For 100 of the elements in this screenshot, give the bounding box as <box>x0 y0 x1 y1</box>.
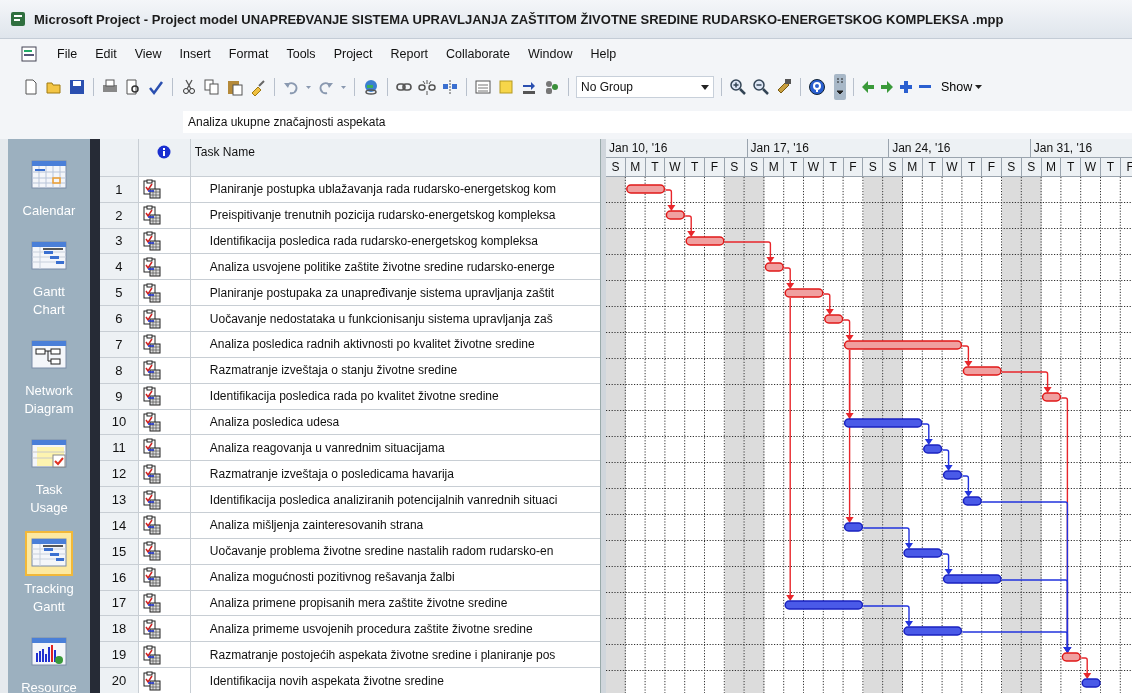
task-bar[interactable] <box>784 288 824 298</box>
left-arrow-icon[interactable] <box>861 80 875 94</box>
row-number[interactable]: 17 <box>100 590 139 617</box>
task-bar[interactable] <box>942 574 1002 584</box>
task-bar[interactable] <box>923 444 943 454</box>
task-bar[interactable] <box>962 366 1002 376</box>
row-number[interactable]: 7 <box>100 331 139 358</box>
help-icon[interactable] <box>808 78 826 96</box>
toolbar-overflow-icon[interactable] <box>834 74 846 100</box>
broken-chain-icon[interactable] <box>418 78 436 96</box>
task-bar[interactable] <box>1081 678 1101 688</box>
network-diagram-icon <box>31 339 67 369</box>
row-number[interactable]: 2 <box>100 202 139 229</box>
task-name: Analiza posledica udesa <box>209 414 340 429</box>
row-number[interactable]: 16 <box>100 564 139 591</box>
day-label: T <box>962 158 983 177</box>
completed-task-icon <box>142 179 161 200</box>
task-name: Analiza mišljenja zainteresovanih strana <box>209 518 424 533</box>
day-label: W <box>803 158 824 177</box>
task-bar[interactable] <box>843 522 864 532</box>
task-bar[interactable] <box>665 210 685 220</box>
task-usage-icon <box>31 438 67 468</box>
menu-item[interactable]: Tools <box>277 47 325 61</box>
task-bar[interactable] <box>626 184 666 194</box>
menu-item[interactable]: Edit <box>86 47 126 61</box>
menu-item[interactable]: Collaborate <box>437 47 519 61</box>
scissors-icon[interactable] <box>180 78 198 96</box>
task-bar[interactable] <box>962 496 982 506</box>
gantt-chart-icon <box>31 240 67 270</box>
task-bar[interactable] <box>1041 392 1062 402</box>
row-number[interactable]: 15 <box>100 538 139 565</box>
completed-task-icon <box>142 256 161 277</box>
row-number[interactable]: 6 <box>100 306 139 332</box>
dependency-arrow <box>1080 657 1092 679</box>
row-number[interactable]: 1 <box>100 176 139 203</box>
task-bar[interactable] <box>784 600 864 610</box>
completed-task-icon <box>142 644 161 665</box>
select-all-cell[interactable] <box>100 139 139 177</box>
row-number[interactable]: 3 <box>100 228 139 255</box>
task-name: Analiza primene propisanih mera zaštite životne sredine <box>209 595 508 610</box>
menu-item[interactable]: Help <box>581 47 626 61</box>
group-dropdown[interactable]: No Group <box>576 76 714 98</box>
day-label: M <box>764 158 785 177</box>
menu-item[interactable]: Project <box>324 47 382 61</box>
row-number[interactable]: 14 <box>100 512 139 539</box>
row-number[interactable]: 10 <box>100 409 139 436</box>
menu-item[interactable]: View <box>125 47 171 61</box>
row-number[interactable]: 13 <box>100 487 139 513</box>
info-icon[interactable] <box>157 145 172 159</box>
right-arrow-icon[interactable] <box>880 80 894 94</box>
task-name: Identifikacija posledica analiziranih potencijalnih vanrednih situaci <box>209 492 558 507</box>
task-bar[interactable] <box>824 314 844 324</box>
row-number[interactable]: 4 <box>100 254 139 281</box>
completed-task-icon <box>142 489 161 510</box>
menu-item[interactable]: File <box>48 47 87 61</box>
row-number[interactable]: 11 <box>100 435 139 462</box>
row-number[interactable]: 20 <box>100 668 139 693</box>
zoom-in-icon[interactable] <box>729 78 747 96</box>
day-label: M <box>1041 158 1062 177</box>
menu-item[interactable]: Window <box>519 47 582 61</box>
row-number[interactable]: 18 <box>100 616 139 643</box>
task-bar[interactable] <box>942 470 963 480</box>
paintbrush-icon[interactable] <box>249 78 267 96</box>
document-icon[interactable] <box>20 45 40 63</box>
split-task-icon[interactable] <box>441 78 459 96</box>
dependency-arrow <box>862 605 913 627</box>
paste-clipboard-icon[interactable] <box>226 78 244 96</box>
completed-task-icon <box>142 618 161 639</box>
task-bar[interactable] <box>764 262 784 272</box>
people-icon[interactable] <box>543 78 561 96</box>
task-name: Identifikacija posledica rada rudarsko-energetskog kompleksa <box>209 233 538 248</box>
row-number[interactable]: 19 <box>100 642 139 669</box>
column-header[interactable]: Task Name <box>194 145 255 159</box>
globe-link-icon[interactable] <box>362 78 380 96</box>
task-bar[interactable] <box>685 236 725 246</box>
dependency-arrow <box>724 241 775 263</box>
menu-item[interactable]: Insert <box>170 47 220 61</box>
task-bar[interactable] <box>843 418 923 428</box>
entry-field[interactable]: Analiza ukupne značajnosti aspekata <box>183 111 1132 133</box>
completed-task-icon <box>142 230 161 251</box>
row-number[interactable]: 12 <box>100 461 139 488</box>
row-number[interactable]: 5 <box>100 280 139 307</box>
task-name: Identifikacija posledica rada po kvalitet životne sredine <box>209 389 499 404</box>
plus-icon[interactable] <box>899 80 913 94</box>
window-title: Microsoft Project - Project model UNAPREĐVANJE SISTEMA UPRAVLJANJA ZAŠTITOM ŽIVOTNE SREDINE RUDARSKO-ENERGETSKOG KOMPLEKSA .mpp <box>34 11 1004 27</box>
row-number[interactable]: 9 <box>100 383 139 410</box>
row-number[interactable]: 8 <box>100 357 139 384</box>
show-button[interactable]: Show <box>937 80 987 94</box>
zoom-out-icon[interactable] <box>752 78 770 96</box>
task-name: Analiza mogućnosti pozitivnog rešavanja žalbi <box>209 570 455 585</box>
menu-item[interactable]: Format <box>219 47 278 61</box>
print-preview-icon[interactable] <box>124 78 142 96</box>
scroll-to-task-icon[interactable] <box>775 78 793 96</box>
task-bar[interactable] <box>1061 652 1081 662</box>
task-bar[interactable] <box>903 626 963 636</box>
completed-task-icon <box>142 205 161 226</box>
copy-icon[interactable] <box>203 78 221 96</box>
completed-task-icon <box>142 282 161 303</box>
menu-item[interactable]: Report <box>381 47 438 61</box>
task-bar[interactable] <box>903 548 943 558</box>
